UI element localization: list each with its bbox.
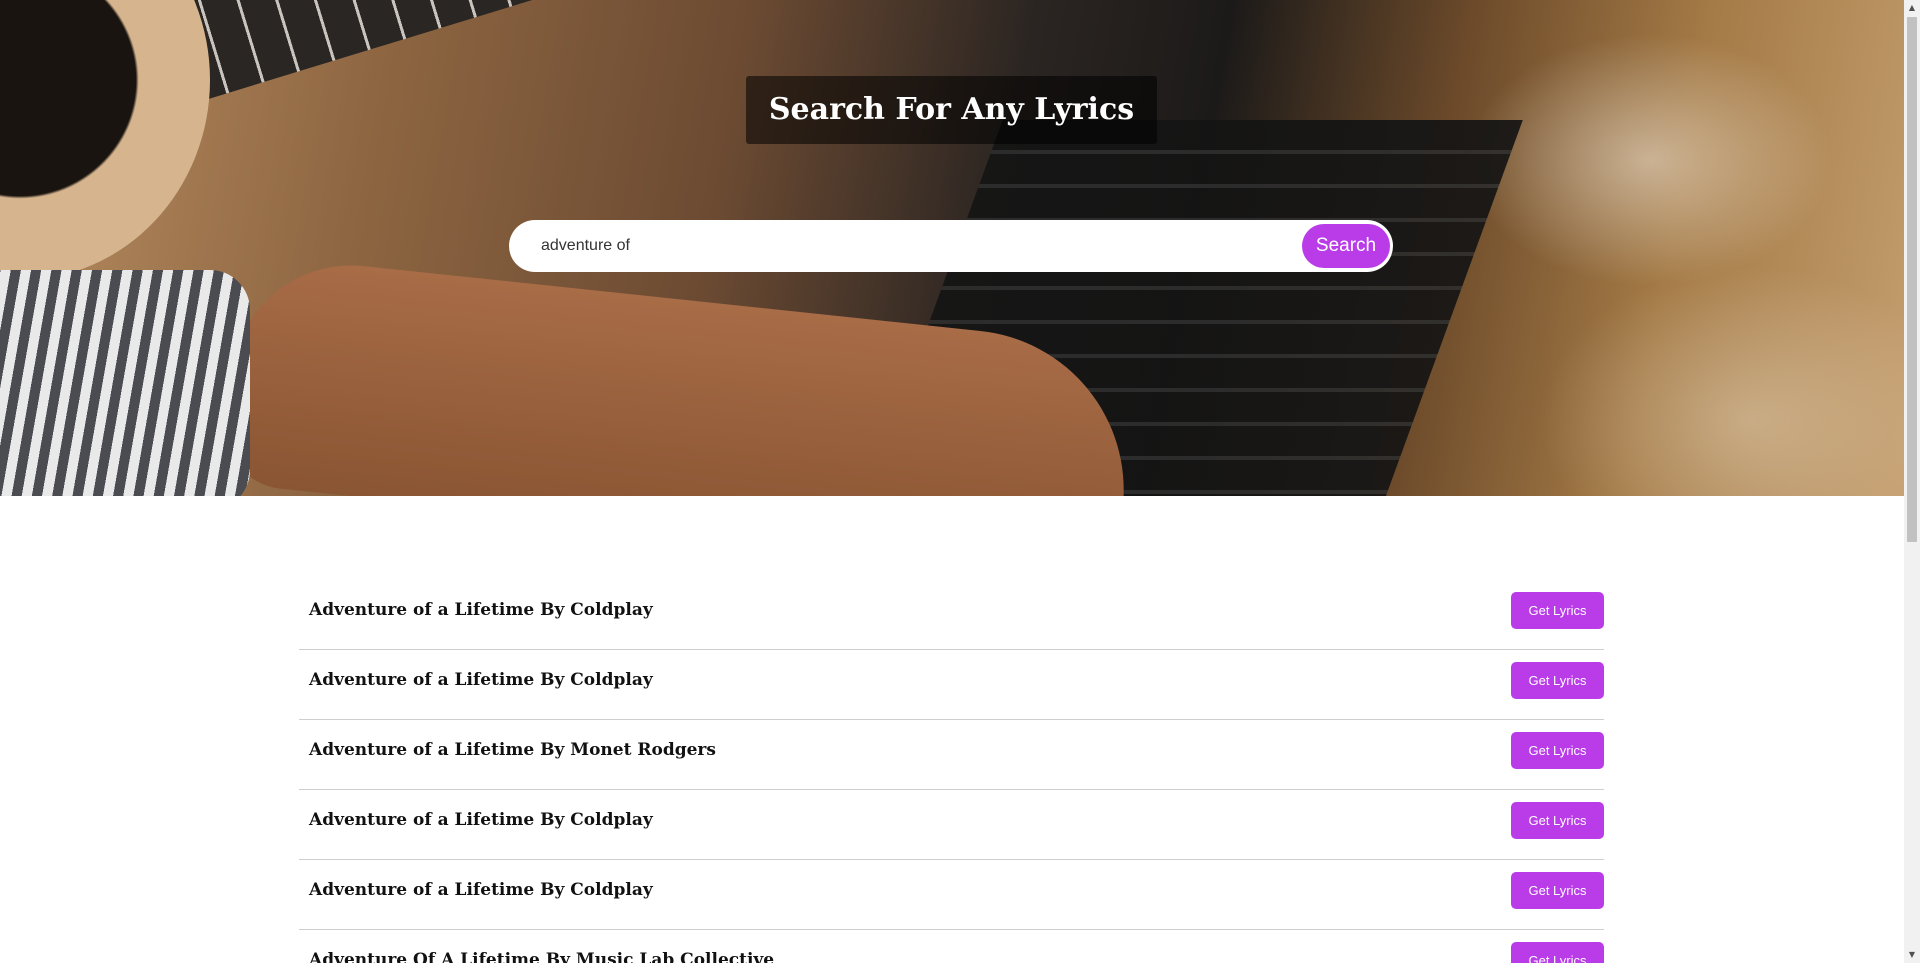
get-lyrics-button[interactable]: Get Lyrics (1511, 662, 1604, 699)
get-lyrics-button[interactable]: Get Lyrics (1511, 802, 1604, 839)
get-lyrics-button[interactable]: Get Lyrics (1511, 872, 1604, 909)
page-title: Search For Any Lyrics (746, 76, 1157, 144)
scroll-down-icon[interactable]: ▼ (1904, 947, 1920, 963)
song-title: Adventure of a Lifetime By Coldplay (309, 880, 653, 900)
song-title: Adventure of a Lifetime By Coldplay (309, 670, 653, 690)
get-lyrics-button[interactable]: Get Lyrics (1511, 732, 1604, 769)
page: Search For Any Lyrics Search Adventure o… (0, 0, 1920, 963)
search-input[interactable] (541, 220, 1281, 272)
song-title: Adventure of a Lifetime By Coldplay (309, 810, 653, 830)
results-list: Adventure of a Lifetime By Coldplay Get … (299, 580, 1604, 963)
scrollbar-thumb[interactable] (1907, 17, 1917, 542)
result-row: Adventure of a Lifetime By Coldplay Get … (299, 650, 1604, 720)
get-lyrics-button[interactable]: Get Lyrics (1511, 942, 1604, 963)
result-row: Adventure of a Lifetime By Monet Rodgers… (299, 720, 1604, 790)
result-row: Adventure of a Lifetime By Coldplay Get … (299, 860, 1604, 930)
search-bar: Search (509, 220, 1393, 272)
scroll-up-icon[interactable]: ▲ (1904, 0, 1920, 16)
result-row: Adventure Of A Lifetime By Music Lab Col… (299, 930, 1604, 963)
result-row: Adventure of a Lifetime By Coldplay Get … (299, 790, 1604, 860)
hero-image-guitar-body (0, 0, 210, 280)
hero-banner: Search For Any Lyrics Search (0, 0, 1904, 496)
vertical-scrollbar[interactable]: ▲ ▼ (1904, 0, 1920, 963)
song-title: Adventure of a Lifetime By Monet Rodgers (309, 740, 716, 760)
get-lyrics-button[interactable]: Get Lyrics (1511, 592, 1604, 629)
search-button[interactable]: Search (1302, 224, 1390, 268)
hero-image-guitar-neck (150, 0, 730, 104)
song-title: Adventure of a Lifetime By Coldplay (309, 600, 653, 620)
song-title: Adventure Of A Lifetime By Music Lab Col… (309, 950, 775, 963)
hero-image-sleeve (0, 270, 250, 496)
result-row: Adventure of a Lifetime By Coldplay Get … (299, 580, 1604, 650)
